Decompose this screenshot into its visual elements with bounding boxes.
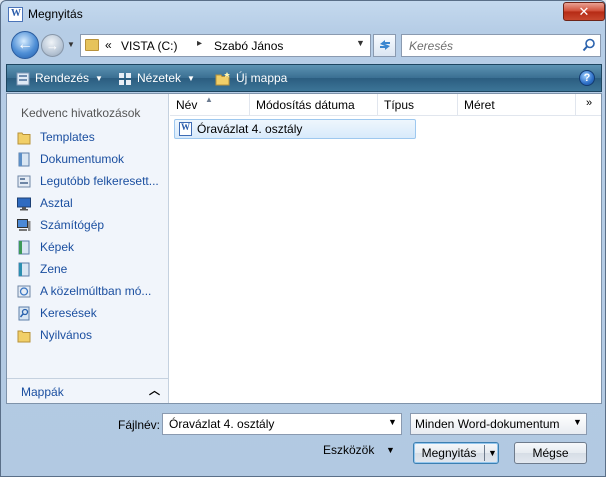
recently-changed-icon bbox=[17, 285, 31, 298]
column-header-type[interactable]: Típus bbox=[378, 94, 458, 116]
column-header-label: Típus bbox=[384, 98, 415, 112]
nav-item-pictures[interactable]: Képek bbox=[7, 237, 168, 259]
word-document-icon bbox=[179, 122, 192, 136]
open-button-label: Megnyitás bbox=[421, 446, 477, 460]
folders-label: Mappák bbox=[21, 385, 64, 399]
chevron-down-icon: ▼ bbox=[573, 417, 582, 427]
close-button[interactable]: ✕ bbox=[563, 2, 605, 21]
search-icon[interactable] bbox=[582, 38, 596, 52]
views-label: Nézetek bbox=[137, 71, 182, 85]
folders-toggle[interactable]: Mappák ︿ bbox=[7, 378, 168, 403]
nav-item-public[interactable]: Nyilvános bbox=[7, 325, 168, 347]
address-bar[interactable]: « VISTA (C:) ▸ Szabó János ▼ bbox=[80, 34, 371, 57]
search-box[interactable]: Keresés bbox=[401, 34, 601, 57]
new-folder-label: Új mappa bbox=[236, 71, 288, 85]
nav-item-music[interactable]: Zene bbox=[7, 259, 168, 281]
open-dialog: Megnyitás ✕ ← → ▼ « VISTA (C:) ▸ Szabó J… bbox=[0, 0, 606, 477]
file-item[interactable]: Óravázlat 4. osztály bbox=[174, 119, 416, 139]
column-header-date-modified[interactable]: Módosítás dátuma bbox=[250, 94, 378, 116]
file-type-select[interactable]: Minden Word-dokumentum ▼ bbox=[410, 413, 587, 435]
back-button[interactable]: ← bbox=[11, 31, 39, 59]
documents-icon bbox=[18, 152, 30, 167]
refresh-button[interactable] bbox=[373, 34, 396, 57]
new-folder-icon bbox=[215, 71, 230, 86]
organize-icon bbox=[16, 72, 30, 86]
nav-item-label: Legutóbb felkeresett... bbox=[40, 174, 159, 188]
folder-icon bbox=[85, 39, 99, 51]
favorites-heading: Kedvenc hivatkozások bbox=[21, 106, 141, 120]
nav-item-label: Nyilvános bbox=[40, 328, 93, 342]
more-columns-icon[interactable]: » bbox=[586, 97, 592, 109]
address-dropdown-icon[interactable]: ▼ bbox=[356, 38, 365, 48]
file-name: Óravázlat 4. osztály bbox=[197, 122, 303, 136]
command-bar: Rendezés ▼ Nézetek ▼ Új mappa ? bbox=[6, 64, 602, 92]
computer-icon bbox=[17, 219, 31, 231]
cancel-button[interactable]: Mégse bbox=[514, 442, 587, 464]
nav-item-label: Zene bbox=[40, 262, 68, 276]
nav-item-label: Templates bbox=[40, 130, 95, 144]
refresh-icon bbox=[379, 40, 390, 50]
nav-item-templates[interactable]: Templates bbox=[7, 127, 168, 149]
breadcrumb-separator-icon[interactable]: ▸ bbox=[197, 38, 202, 49]
title-bar: Megnyitás ✕ bbox=[1, 1, 605, 29]
filename-value: Óravázlat 4. osztály bbox=[169, 417, 275, 431]
column-header-label: Méret bbox=[464, 98, 495, 112]
filename-history-dropdown-icon[interactable]: ▼ bbox=[388, 417, 397, 427]
breadcrumb-segment[interactable]: VISTA (C:) bbox=[121, 39, 177, 53]
column-header-label: Módosítás dátuma bbox=[256, 98, 355, 112]
tools-dropdown-icon[interactable]: ▼ bbox=[386, 445, 395, 455]
open-options-dropdown-icon[interactable]: ▼ bbox=[488, 443, 497, 463]
nav-item-recent-places[interactable]: Legutóbb felkeresett... bbox=[7, 171, 168, 193]
searches-icon bbox=[18, 306, 30, 321]
nav-item-searches[interactable]: Keresések bbox=[7, 303, 168, 325]
desktop-icon bbox=[17, 197, 31, 211]
folder-icon bbox=[17, 132, 31, 145]
recent-places-icon bbox=[17, 175, 31, 188]
tools-menu[interactable]: Eszközök bbox=[323, 443, 374, 457]
nav-item-desktop[interactable]: Asztal bbox=[7, 193, 168, 215]
split-divider bbox=[484, 445, 485, 461]
nav-item-computer[interactable]: Számítógép bbox=[7, 215, 168, 237]
file-type-value: Minden Word-dokumentum bbox=[415, 417, 560, 431]
column-headers: ▲ Név Módosítás dátuma Típus Méret » bbox=[170, 94, 601, 116]
breadcrumb-segment[interactable]: Szabó János bbox=[214, 39, 283, 53]
nav-item-label: Dokumentumok bbox=[40, 152, 125, 166]
navigation-pane: Kedvenc hivatkozások Templates Dokumentu… bbox=[7, 94, 169, 403]
nav-item-label: Keresések bbox=[40, 306, 97, 320]
search-placeholder: Keresés bbox=[409, 39, 454, 53]
nav-item-label: A közelmúltban mó... bbox=[40, 284, 152, 298]
nav-item-label: Asztal bbox=[40, 196, 73, 210]
open-button[interactable]: Megnyitás ▼ bbox=[413, 442, 499, 464]
pictures-icon bbox=[18, 240, 30, 255]
column-header-label: Név bbox=[176, 98, 198, 112]
organize-menu[interactable]: Rendezés ▼ bbox=[16, 65, 103, 91]
word-app-icon bbox=[8, 7, 23, 22]
nav-item-documents[interactable]: Dokumentumok bbox=[7, 149, 168, 171]
forward-button[interactable]: → bbox=[41, 34, 64, 57]
new-folder-button[interactable]: Új mappa bbox=[215, 65, 287, 91]
address-overflow-chevron[interactable]: « bbox=[105, 38, 112, 52]
help-icon[interactable]: ? bbox=[579, 70, 595, 86]
column-header-size[interactable]: Méret bbox=[458, 94, 576, 116]
favorite-links-list: Templates Dokumentumok Legutóbb felkeres… bbox=[7, 127, 168, 347]
window-title: Megnyitás bbox=[28, 7, 83, 21]
views-icon bbox=[119, 72, 131, 85]
address-row: ← → ▼ « VISTA (C:) ▸ Szabó János ▼ Keres… bbox=[1, 29, 605, 63]
nav-item-recently-changed[interactable]: A közelmúltban mó... bbox=[7, 281, 168, 303]
chevron-up-icon: ︿ bbox=[149, 385, 160, 397]
nav-item-label: Képek bbox=[40, 240, 75, 254]
public-folder-icon bbox=[17, 330, 31, 343]
nav-item-label: Számítógép bbox=[40, 218, 105, 232]
organize-label: Rendezés bbox=[35, 71, 90, 85]
column-header-name[interactable]: ▲ Név bbox=[170, 94, 250, 116]
music-icon bbox=[18, 262, 30, 277]
recent-pages-dropdown-icon[interactable]: ▼ bbox=[67, 40, 75, 49]
views-menu[interactable]: Nézetek ▼ bbox=[118, 65, 195, 91]
file-list-pane: ▲ Név Módosítás dátuma Típus Méret » Óra… bbox=[170, 94, 601, 403]
content-area: Kedvenc hivatkozások Templates Dokumentu… bbox=[6, 93, 602, 404]
filename-label: Fájlnév: bbox=[118, 418, 161, 432]
filename-input[interactable]: Óravázlat 4. osztály ▼ bbox=[162, 413, 402, 435]
sort-ascending-icon: ▲ bbox=[205, 95, 213, 104]
